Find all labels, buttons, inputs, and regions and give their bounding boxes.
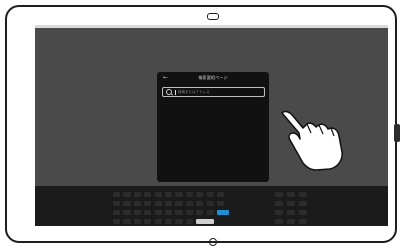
keyboard-key[interactable] (165, 201, 173, 206)
keyboard-key[interactable] (133, 219, 141, 224)
numpad-key[interactable] (287, 192, 295, 197)
keyboard-key[interactable] (144, 201, 152, 206)
screen-top-edge (35, 25, 388, 28)
keyboard-key[interactable] (113, 210, 121, 215)
side-tab (394, 124, 400, 142)
numpad-key[interactable] (299, 201, 307, 206)
search-placeholder: 検索またはアドレス (178, 90, 210, 94)
search-input[interactable]: 検索またはアドレス (162, 87, 265, 97)
numpad-key[interactable] (287, 210, 295, 215)
panel-header: ← 検索要相ページ (157, 72, 269, 86)
numpad-key[interactable] (299, 210, 307, 215)
keyboard-key[interactable] (133, 192, 141, 197)
search-panel: ← 検索要相ページ 検索またはアドレス (157, 72, 269, 182)
screen: ← 検索要相ページ 検索またはアドレス (35, 25, 388, 226)
keyboard-key[interactable] (217, 192, 225, 197)
keyboard-key[interactable] (133, 210, 141, 215)
keyboard-key[interactable] (196, 210, 204, 215)
keyboard-key[interactable] (196, 192, 204, 197)
keyboard-key[interactable] (196, 201, 204, 206)
keyboard-key[interactable] (165, 192, 173, 197)
keyboard-key[interactable] (175, 210, 183, 215)
numpad-key[interactable] (299, 192, 307, 197)
keyboard-key[interactable] (165, 210, 173, 215)
keyboard-key[interactable] (154, 201, 162, 206)
keyboard-key[interactable] (154, 210, 162, 215)
numpad-key[interactable] (275, 210, 283, 215)
keyboard-key[interactable] (144, 192, 152, 197)
keyboard-key[interactable] (154, 219, 162, 224)
numpad-key[interactable] (287, 201, 295, 206)
text-cursor (175, 90, 176, 95)
keyboard-key[interactable] (165, 219, 173, 224)
space-key[interactable] (196, 219, 215, 224)
keyboard-key[interactable] (185, 201, 193, 206)
keyboard-key[interactable] (206, 201, 214, 206)
camera-icon (207, 13, 219, 20)
numpad-key[interactable] (275, 201, 283, 206)
panel-title: 検索要相ページ (198, 75, 228, 80)
pointing-hand-icon (281, 110, 343, 171)
enter-key[interactable] (217, 210, 229, 215)
keyboard-key[interactable] (144, 210, 152, 215)
keyboard-key[interactable] (123, 219, 131, 224)
home-button[interactable] (209, 238, 217, 246)
keyboard-key[interactable] (175, 201, 183, 206)
search-icon (166, 89, 172, 95)
numpad-key[interactable] (299, 219, 307, 224)
numpad-key[interactable] (275, 219, 283, 224)
keyboard-key[interactable] (217, 201, 225, 206)
keyboard-key[interactable] (175, 219, 183, 224)
numpad-key[interactable] (287, 219, 295, 224)
keyboard-key[interactable] (185, 210, 193, 215)
keyboard-key[interactable] (144, 219, 152, 224)
keyboard-key[interactable] (123, 192, 131, 197)
numpad-key[interactable] (275, 192, 283, 197)
keyboard-key[interactable] (123, 201, 131, 206)
keyboard-key[interactable] (206, 192, 214, 197)
keyboard-key[interactable] (175, 192, 183, 197)
keyboard-key[interactable] (113, 201, 121, 206)
keyboard-key[interactable] (206, 210, 214, 215)
keyboard-key[interactable] (185, 219, 193, 224)
keyboard-key[interactable] (123, 210, 131, 215)
keyboard-key[interactable] (154, 192, 162, 197)
keyboard-key[interactable] (185, 192, 193, 197)
keyboard-key[interactable] (113, 192, 121, 197)
on-screen-keyboard (35, 186, 388, 226)
keyboard-key[interactable] (113, 219, 121, 224)
keyboard-key[interactable] (133, 201, 141, 206)
